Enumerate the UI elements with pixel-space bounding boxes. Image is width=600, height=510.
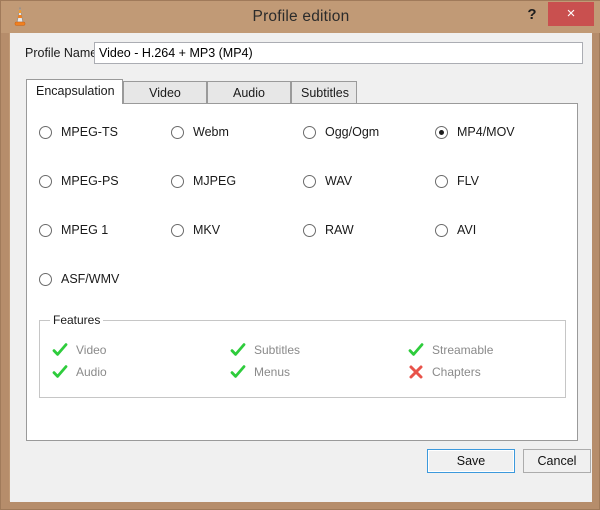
radio-indicator[interactable] bbox=[303, 126, 316, 139]
feature-label: Menus bbox=[254, 365, 290, 379]
window-title: Profile edition bbox=[1, 1, 600, 33]
profile-name-row: Profile Name bbox=[18, 42, 584, 68]
check-icon bbox=[230, 364, 246, 380]
radio-indicator[interactable] bbox=[303, 224, 316, 237]
feature-menus: Menus bbox=[230, 363, 290, 381]
check-icon bbox=[408, 342, 424, 358]
radio-indicator[interactable] bbox=[303, 175, 316, 188]
tab-audio-codec[interactable]: Audio codec bbox=[207, 81, 291, 103]
save-button[interactable]: Save bbox=[427, 449, 515, 473]
tab-panel-encapsulation: MPEG-TS Webm Ogg/Ogm MP4/MOV MPEG-PS MJPEG WAV… bbox=[26, 103, 578, 441]
radio-avi[interactable]: AVI bbox=[435, 220, 476, 240]
feature-video: Video bbox=[52, 341, 106, 359]
radio-asf-wmv[interactable]: ASF/WMV bbox=[39, 269, 119, 289]
radio-indicator[interactable] bbox=[171, 175, 184, 188]
tab-bar: EncapsulationVideo codecAudio codecSubti… bbox=[26, 79, 578, 103]
radio-label: MPEG 1 bbox=[61, 223, 108, 237]
radio-label: RAW bbox=[325, 223, 354, 237]
radio-label: ASF/WMV bbox=[61, 272, 119, 286]
encapsulation-options: MPEG-TS Webm Ogg/Ogm MP4/MOV MPEG-PS MJPEG WAV… bbox=[39, 122, 567, 312]
radio-label: Ogg/Ogm bbox=[325, 125, 379, 139]
feature-streamable: Streamable bbox=[408, 341, 493, 359]
feature-audio: Audio bbox=[52, 363, 107, 381]
radio-mjpeg[interactable]: MJPEG bbox=[171, 171, 236, 191]
radio-indicator[interactable] bbox=[171, 126, 184, 139]
title-bar[interactable]: Profile edition ? × bbox=[1, 1, 600, 33]
radio-indicator[interactable] bbox=[435, 126, 448, 139]
tab-widget: EncapsulationVideo codecAudio codecSubti… bbox=[26, 79, 578, 441]
cancel-button[interactable]: Cancel bbox=[523, 449, 591, 473]
radio-label: WAV bbox=[325, 174, 352, 188]
radio-indicator[interactable] bbox=[435, 224, 448, 237]
feature-label: Streamable bbox=[432, 343, 493, 357]
radio-wav[interactable]: WAV bbox=[303, 171, 352, 191]
feature-label: Subtitles bbox=[254, 343, 300, 357]
tab-encapsulation[interactable]: Encapsulation bbox=[26, 79, 123, 104]
radio-mpeg-ps[interactable]: MPEG-PS bbox=[39, 171, 119, 191]
feature-chapters: Chapters bbox=[408, 363, 481, 381]
check-icon bbox=[52, 342, 68, 358]
profile-name-label: Profile Name bbox=[25, 46, 97, 60]
feature-subtitles: Subtitles bbox=[230, 341, 300, 359]
radio-label: MKV bbox=[193, 223, 220, 237]
radio-indicator[interactable] bbox=[435, 175, 448, 188]
radio-label: MP4/MOV bbox=[457, 125, 515, 139]
radio-mp4-mov[interactable]: MP4/MOV bbox=[435, 122, 515, 142]
radio-flv[interactable]: FLV bbox=[435, 171, 479, 191]
feature-label: Video bbox=[76, 343, 106, 357]
radio-label: MJPEG bbox=[193, 174, 236, 188]
features-group: Features VideoSubtitlesStreamableAudioMe… bbox=[39, 320, 566, 398]
radio-label: MPEG-TS bbox=[61, 125, 118, 139]
radio-indicator[interactable] bbox=[39, 273, 52, 286]
radio-mkv[interactable]: MKV bbox=[171, 220, 220, 240]
feature-label: Chapters bbox=[432, 365, 481, 379]
profile-name-input[interactable] bbox=[94, 42, 583, 64]
close-button[interactable]: × bbox=[548, 2, 594, 26]
feature-label: Audio bbox=[76, 365, 107, 379]
radio-label: AVI bbox=[457, 223, 476, 237]
radio-indicator[interactable] bbox=[39, 175, 52, 188]
cross-icon bbox=[408, 364, 424, 380]
check-icon bbox=[52, 364, 68, 380]
radio-ogg-ogm[interactable]: Ogg/Ogm bbox=[303, 122, 379, 142]
radio-indicator[interactable] bbox=[171, 224, 184, 237]
help-button[interactable]: ? bbox=[519, 3, 545, 27]
dialog-button-bar: Save Cancel bbox=[10, 449, 592, 479]
radio-label: FLV bbox=[457, 174, 479, 188]
radio-mpeg-ts[interactable]: MPEG-TS bbox=[39, 122, 118, 142]
radio-label: MPEG-PS bbox=[61, 174, 119, 188]
features-legend: Features bbox=[50, 313, 103, 327]
radio-mpeg-1[interactable]: MPEG 1 bbox=[39, 220, 108, 240]
check-icon bbox=[230, 342, 246, 358]
radio-indicator[interactable] bbox=[39, 126, 52, 139]
dialog-body: Profile Name EncapsulationVideo codecAud… bbox=[10, 33, 592, 502]
profile-edition-window: Profile edition ? × Profile Name Encapsu… bbox=[0, 0, 600, 510]
radio-label: Webm bbox=[193, 125, 229, 139]
radio-indicator[interactable] bbox=[39, 224, 52, 237]
tab-subtitles[interactable]: Subtitles bbox=[291, 81, 357, 103]
radio-raw[interactable]: RAW bbox=[303, 220, 354, 240]
radio-webm[interactable]: Webm bbox=[171, 122, 229, 142]
tab-video-codec[interactable]: Video codec bbox=[123, 81, 207, 103]
